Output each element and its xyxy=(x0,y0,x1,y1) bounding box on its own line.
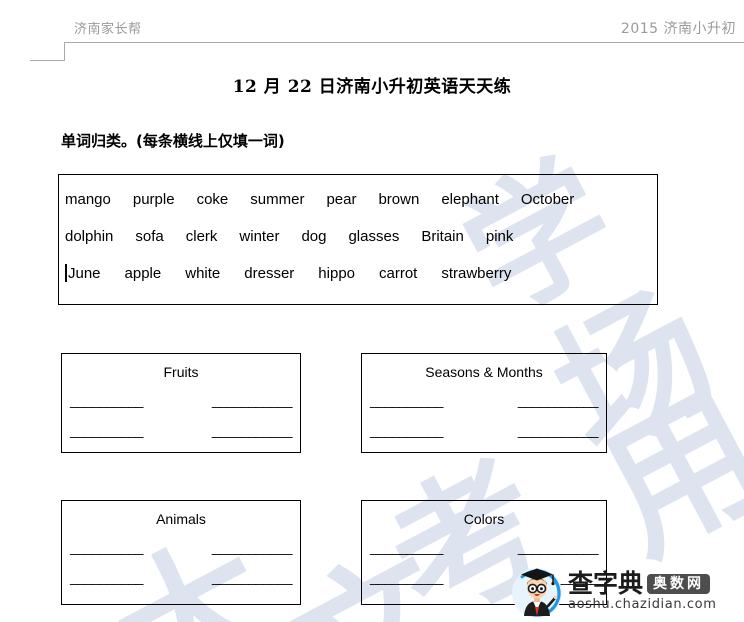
page-title: 12 月 22 日济南小升初英语天天练 xyxy=(232,77,512,97)
word-item: mango xyxy=(65,190,111,208)
blank-row: __________ ___________ xyxy=(70,422,293,438)
answer-blank[interactable]: __________ xyxy=(70,422,143,438)
instruction-text: 单词归类。(每条横线上仅填一词) xyxy=(61,132,285,150)
word-item: purple xyxy=(132,190,175,208)
word-item: winter xyxy=(239,227,280,245)
category-box-seasons-months: Seasons & Months __________ ___________ … xyxy=(361,353,607,453)
brand-name-label: 查字典 xyxy=(568,569,644,598)
word-item: carrot xyxy=(379,264,418,282)
brand-name-row: 查字典 奥数网 xyxy=(568,571,716,596)
word-item: October xyxy=(520,190,575,208)
category-title: Seasons & Months xyxy=(425,364,543,380)
answer-blank[interactable]: __________ xyxy=(70,569,143,585)
word-item: white xyxy=(185,264,221,282)
header-corner-horizontal xyxy=(30,60,65,61)
answer-blank[interactable]: ___________ xyxy=(518,392,599,408)
blank-row: __________ ___________ xyxy=(70,392,293,408)
category-blanks: __________ ___________ __________ ______… xyxy=(70,392,293,452)
answer-blank[interactable]: __________ xyxy=(370,569,443,585)
blank-row: __________ ___________ xyxy=(70,569,293,585)
word-bank-row: June apple white dresser hippo carrot st… xyxy=(65,262,651,284)
answer-blank[interactable]: __________ xyxy=(370,422,443,438)
word-bank-row: dolphin sofa clerk winter dog glasses Br… xyxy=(65,225,651,247)
word-item: hippo xyxy=(318,264,355,282)
answer-blank[interactable]: __________ xyxy=(70,392,143,408)
word-item: elephant xyxy=(441,190,499,208)
header-right-label: 2015 济南小升初 xyxy=(620,21,736,37)
document-header: 济南家长帮 2015 济南小升初 xyxy=(0,0,744,61)
answer-blank[interactable]: __________ xyxy=(370,392,443,408)
header-corner-vertical xyxy=(64,42,65,61)
header-divider-line xyxy=(64,42,744,43)
answer-blank[interactable]: ___________ xyxy=(518,422,599,438)
category-box-animals: Animals __________ ___________ _________… xyxy=(61,500,301,605)
blank-row: __________ ___________ xyxy=(370,422,599,438)
answer-blank[interactable]: ___________ xyxy=(212,392,293,408)
word-item: June xyxy=(68,264,101,282)
blank-row: __________ ___________ xyxy=(370,392,599,408)
word-item: pear xyxy=(326,190,357,208)
header-left-label: 济南家长帮 xyxy=(74,22,142,37)
word-item: clerk xyxy=(185,227,218,245)
answer-blank[interactable]: ___________ xyxy=(212,569,293,585)
category-blanks: __________ ___________ __________ ______… xyxy=(370,392,599,452)
word-item: dog xyxy=(301,227,327,245)
graduate-mascot-icon xyxy=(508,562,566,620)
word-item: brown xyxy=(378,190,420,208)
brand-url-label: aoshu.chazidian.com xyxy=(568,597,717,612)
word-item: summer xyxy=(250,190,305,208)
category-title: Fruits xyxy=(163,364,199,380)
category-title: Colors xyxy=(463,511,505,527)
answer-blank[interactable]: __________ xyxy=(70,539,143,555)
text-cursor-caret xyxy=(65,264,67,282)
word-item: glasses xyxy=(348,227,400,245)
category-box-fruits: Fruits __________ ___________ __________… xyxy=(61,353,301,453)
watermark-glyph: 用 xyxy=(579,366,744,584)
blank-row: __________ ___________ xyxy=(370,539,599,555)
word-item: Britain xyxy=(421,227,464,245)
answer-blank[interactable]: __________ xyxy=(370,539,443,555)
category-title: Animals xyxy=(156,511,206,527)
word-bank-row: mango purple coke summer pear brown elep… xyxy=(65,188,651,210)
word-bank-box: mango purple coke summer pear brown elep… xyxy=(58,174,658,305)
category-blanks: __________ ___________ __________ ______… xyxy=(70,539,293,599)
brand-text-block: 查字典 奥数网 aoshu.chazidian.com xyxy=(568,571,716,611)
word-item: pink xyxy=(485,227,514,245)
word-item: sofa xyxy=(135,227,164,245)
word-item: dresser xyxy=(244,264,295,282)
word-item: dolphin xyxy=(65,227,114,245)
answer-blank[interactable]: ___________ xyxy=(518,539,599,555)
word-item: coke xyxy=(196,190,229,208)
blank-row: __________ ___________ xyxy=(70,539,293,555)
brand-tag-label: 奥数网 xyxy=(647,573,711,594)
answer-blank[interactable]: ___________ xyxy=(212,539,293,555)
answer-blank[interactable]: ___________ xyxy=(212,422,293,438)
word-item: strawberry xyxy=(441,264,512,282)
site-brand-logo: 查字典 奥数网 aoshu.chazidian.com xyxy=(508,560,744,622)
document-page: 场 用 考 文 大 学 济南家长帮 2015 济南小升初 12 月 22 日济南… xyxy=(0,0,744,622)
word-item: apple xyxy=(124,264,162,282)
